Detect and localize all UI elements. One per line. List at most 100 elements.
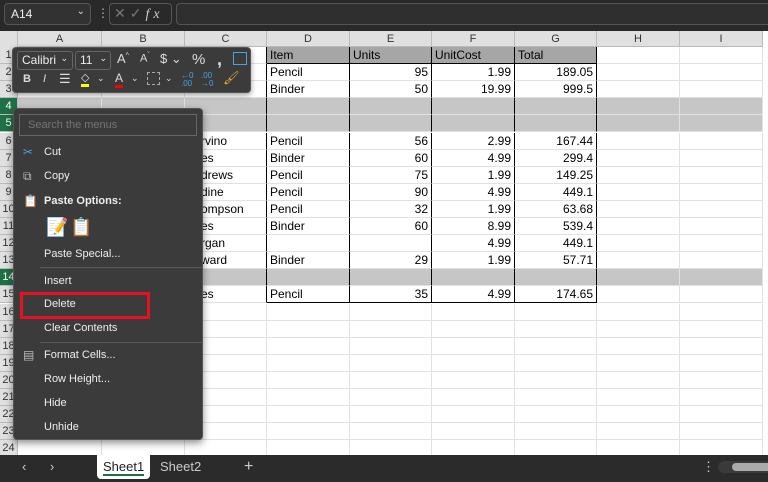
cell-D20[interactable] bbox=[267, 371, 350, 389]
cell-D5[interactable] bbox=[267, 115, 350, 133]
cell-I3[interactable] bbox=[680, 81, 763, 99]
cell-E11[interactable]: 60 bbox=[350, 218, 432, 236]
cell-D9[interactable]: Pencil bbox=[267, 183, 350, 201]
cell-D12[interactable] bbox=[267, 235, 350, 253]
align-center-icon[interactable]: ☰ bbox=[59, 71, 71, 87]
cell-F3[interactable]: 19.99 bbox=[432, 81, 515, 99]
cell-D13[interactable]: Binder bbox=[267, 252, 350, 270]
cell-H10[interactable] bbox=[597, 200, 680, 218]
cell-E6[interactable]: 56 bbox=[350, 132, 432, 150]
column-header-F[interactable]: F bbox=[432, 31, 515, 47]
cell-H22[interactable] bbox=[597, 406, 680, 424]
cell-E20[interactable] bbox=[350, 371, 432, 389]
cell-G19[interactable] bbox=[515, 354, 597, 372]
cell-I5[interactable] bbox=[680, 115, 763, 133]
cell-F10[interactable]: 1.99 bbox=[432, 200, 515, 218]
cell-E21[interactable] bbox=[350, 389, 432, 407]
column-header-G[interactable]: G bbox=[515, 31, 597, 47]
cell-F5[interactable] bbox=[432, 115, 515, 133]
italic-icon[interactable]: I bbox=[43, 73, 46, 85]
cell-F23[interactable] bbox=[432, 423, 515, 441]
menu-item-clear-contents[interactable]: Clear Contents bbox=[14, 317, 202, 339]
cell-E3[interactable]: 50 bbox=[350, 81, 432, 99]
font-color-icon[interactable]: A bbox=[115, 71, 124, 88]
cell-H7[interactable] bbox=[597, 149, 680, 167]
cell-F21[interactable] bbox=[432, 389, 515, 407]
cell-I15[interactable] bbox=[680, 286, 763, 304]
cell-G3[interactable]: 999.5 bbox=[515, 81, 597, 99]
cell-A24[interactable] bbox=[18, 440, 102, 455]
scroll-right-icon[interactable]: › bbox=[44, 455, 60, 479]
column-header-E[interactable]: E bbox=[350, 31, 432, 47]
cell-G13[interactable]: 57.71 bbox=[515, 252, 597, 270]
cell-G14[interactable] bbox=[515, 269, 597, 287]
cell-F7[interactable]: 4.99 bbox=[432, 149, 515, 167]
cell-B24[interactable] bbox=[102, 440, 185, 455]
cell-E2[interactable]: 95 bbox=[350, 64, 432, 82]
cell-G22[interactable] bbox=[515, 406, 597, 424]
cell-H6[interactable] bbox=[597, 132, 680, 150]
select-all-corner[interactable] bbox=[0, 31, 18, 47]
cell-D3[interactable]: Binder bbox=[267, 81, 350, 99]
cell-I22[interactable] bbox=[680, 406, 763, 424]
menu-item-paste-special[interactable]: Paste Special... bbox=[14, 243, 202, 265]
cell-E23[interactable] bbox=[350, 423, 432, 441]
cell-I4[interactable] bbox=[680, 98, 763, 116]
cell-I11[interactable] bbox=[680, 218, 763, 236]
cell-H8[interactable] bbox=[597, 166, 680, 184]
more-icon[interactable]: ⋮ bbox=[97, 6, 109, 20]
cell-G15[interactable]: 174.65 bbox=[515, 286, 597, 304]
cell-G18[interactable] bbox=[515, 337, 597, 355]
cell-G6[interactable]: 167.44 bbox=[515, 132, 597, 150]
cell-F18[interactable] bbox=[432, 337, 515, 355]
menu-item-unhide[interactable]: Unhide bbox=[14, 416, 202, 438]
cell-E19[interactable] bbox=[350, 354, 432, 372]
cell-I2[interactable] bbox=[680, 64, 763, 82]
cell-G1[interactable]: Total bbox=[515, 47, 597, 65]
cell-F16[interactable] bbox=[432, 303, 515, 321]
cell-I18[interactable] bbox=[680, 337, 763, 355]
cell-G8[interactable]: 149.25 bbox=[515, 166, 597, 184]
cell-I23[interactable] bbox=[680, 423, 763, 441]
cell-H3[interactable] bbox=[597, 81, 680, 99]
cell-G5[interactable] bbox=[515, 115, 597, 133]
cell-D2[interactable]: Pencil bbox=[267, 64, 350, 82]
cell-D4[interactable] bbox=[267, 98, 350, 116]
font-name-select[interactable]: Calibri ⌄ bbox=[17, 51, 73, 70]
cell-G10[interactable]: 63.68 bbox=[515, 200, 597, 218]
decrease-decimal-icon[interactable]: .00 →0 bbox=[201, 72, 213, 88]
cell-G21[interactable] bbox=[515, 389, 597, 407]
tab-sheet2[interactable]: Sheet2 bbox=[154, 455, 207, 479]
cell-H18[interactable] bbox=[597, 337, 680, 355]
cell-F4[interactable] bbox=[432, 98, 515, 116]
cell-E1[interactable]: Units bbox=[350, 47, 432, 65]
cell-D7[interactable]: Binder bbox=[267, 149, 350, 167]
chevron-down-icon[interactable]: ⌄ bbox=[77, 6, 85, 17]
row-header[interactable]: 24 bbox=[0, 440, 18, 455]
horizontal-scrollbar[interactable] bbox=[718, 461, 768, 473]
bold-icon[interactable]: B bbox=[23, 73, 31, 85]
column-header-A[interactable]: A bbox=[18, 31, 102, 47]
cell-E10[interactable]: 32 bbox=[350, 200, 432, 218]
cell-F8[interactable]: 1.99 bbox=[432, 166, 515, 184]
cell-E4[interactable] bbox=[350, 98, 432, 116]
cell-F20[interactable] bbox=[432, 371, 515, 389]
cell-G12[interactable]: 449.1 bbox=[515, 235, 597, 253]
format-painter-icon[interactable]: 🖌 bbox=[223, 70, 240, 86]
font-size-select[interactable]: 11 ⌄ bbox=[75, 51, 111, 70]
formula-input[interactable] bbox=[176, 3, 768, 25]
cell-I1[interactable] bbox=[680, 47, 763, 65]
column-header-I[interactable]: I bbox=[680, 31, 763, 47]
cell-F6[interactable]: 2.99 bbox=[432, 132, 515, 150]
cell-I9[interactable] bbox=[680, 183, 763, 201]
cancel-icon[interactable]: ✕ bbox=[114, 5, 130, 21]
cell-F22[interactable] bbox=[432, 406, 515, 424]
currency-icon[interactable]: $ ⌄ bbox=[160, 51, 182, 67]
cell-G2[interactable]: 189.05 bbox=[515, 64, 597, 82]
menu-item-format-cells[interactable]: ▤ Format Cells... bbox=[14, 344, 202, 366]
cell-H12[interactable] bbox=[597, 235, 680, 253]
cell-G16[interactable] bbox=[515, 303, 597, 321]
cell-H17[interactable] bbox=[597, 320, 680, 338]
cell-F9[interactable]: 4.99 bbox=[432, 183, 515, 201]
cell-E24[interactable] bbox=[350, 440, 432, 455]
